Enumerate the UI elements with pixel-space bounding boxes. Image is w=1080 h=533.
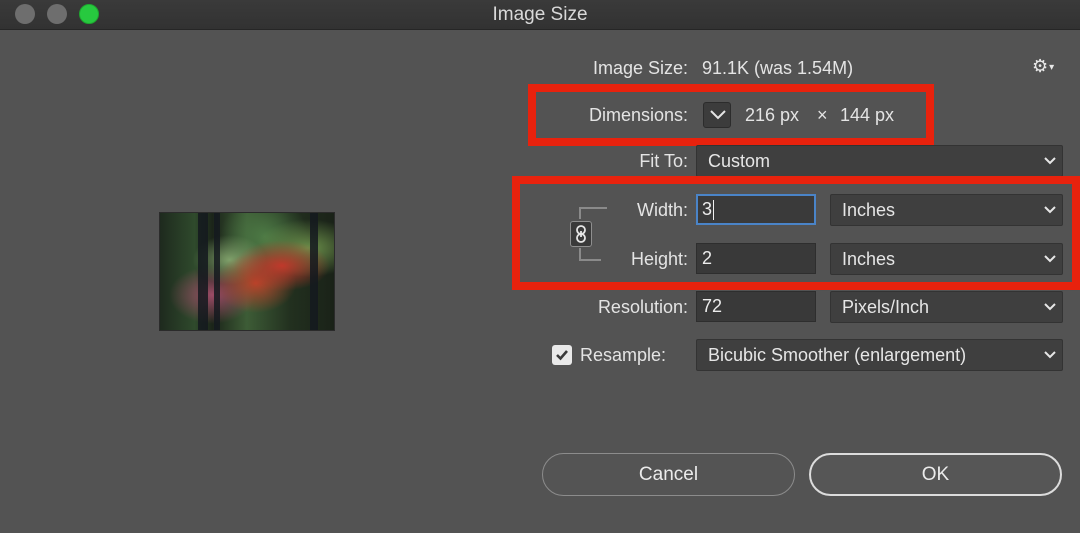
gear-icon[interactable]: ⚙▾ — [1032, 56, 1054, 77]
image-size-value: 91.1K (was 1.54M) — [702, 58, 854, 78]
image-preview[interactable] — [159, 212, 335, 331]
resample-label: Resample: — [580, 345, 667, 365]
resample-checkbox[interactable] — [552, 345, 572, 365]
text-cursor — [713, 200, 715, 221]
fit-to-select[interactable]: Custom — [696, 145, 1063, 177]
resolution-input[interactable]: 72 — [696, 291, 816, 322]
resample-select[interactable]: Bicubic Smoother (enlargement) — [696, 339, 1063, 371]
chevron-down-icon — [710, 110, 726, 120]
dimensions-label: Dimensions: — [588, 105, 688, 125]
dimensions-height-value: 144 px — [840, 105, 895, 125]
width-value: 3 — [702, 199, 713, 219]
fit-to-value: Custom — [708, 151, 771, 171]
ok-button[interactable]: OK — [809, 453, 1062, 496]
resolution-unit-value: Pixels/Inch — [842, 297, 930, 317]
width-input[interactable]: 3 — [696, 194, 816, 225]
dimensions-width-value: 216 px — [745, 105, 800, 125]
chevron-down-icon — [1044, 255, 1056, 263]
chevron-down-icon — [1044, 303, 1056, 311]
height-unit-value: Inches — [842, 249, 896, 269]
chain-link-icon — [576, 225, 586, 243]
cancel-button[interactable]: Cancel — [542, 453, 795, 496]
chevron-down-icon — [1044, 206, 1056, 214]
resolution-unit-select[interactable]: Pixels/Inch — [830, 291, 1063, 323]
width-unit-value: Inches — [842, 200, 896, 220]
fit-to-label: Fit To: — [639, 151, 688, 171]
width-unit-select[interactable]: Inches — [830, 194, 1063, 226]
resample-value: Bicubic Smoother (enlargement) — [708, 345, 967, 365]
title-bar: Image Size — [0, 0, 1080, 30]
constrain-proportions-button[interactable] — [570, 221, 592, 247]
height-value: 2 — [702, 248, 713, 268]
chevron-down-icon — [1044, 351, 1056, 359]
height-unit-select[interactable]: Inches — [830, 243, 1063, 275]
checkmark-icon — [556, 350, 568, 361]
height-label: Height: — [630, 249, 688, 269]
width-label: Width: — [636, 200, 688, 220]
dimensions-menu-button[interactable] — [703, 102, 731, 128]
resolution-label: Resolution: — [597, 297, 688, 317]
dimensions-times: × — [817, 105, 828, 125]
chevron-down-icon — [1044, 157, 1056, 165]
image-size-label: Image Size: — [592, 58, 688, 78]
height-input[interactable]: 2 — [696, 243, 816, 274]
resolution-value: 72 — [702, 296, 723, 316]
window-title: Image Size — [492, 4, 588, 25]
